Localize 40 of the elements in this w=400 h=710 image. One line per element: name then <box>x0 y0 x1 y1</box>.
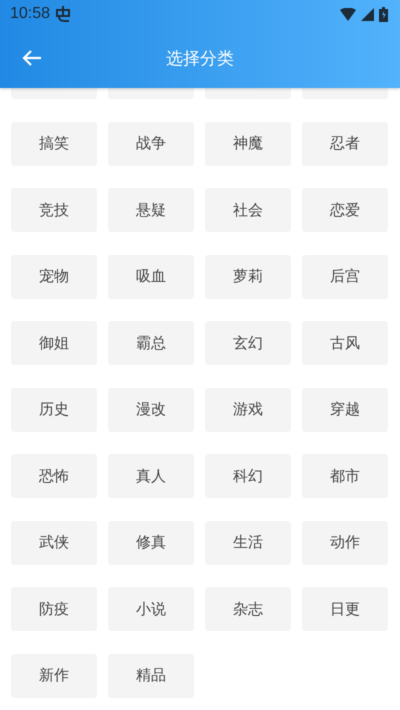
category-button[interactable]: 古风 <box>302 321 388 365</box>
status-time: 10:58 <box>10 5 50 23</box>
category-button[interactable]: 战争 <box>108 122 194 166</box>
category-button[interactable]: 日更 <box>302 587 388 631</box>
category-button[interactable]: 恋爱 <box>302 188 388 232</box>
category-button[interactable]: 竞技 <box>11 188 97 232</box>
category-button[interactable]: 新作 <box>11 654 97 698</box>
wifi-icon <box>340 8 356 20</box>
category-button[interactable]: 杂志 <box>205 587 291 631</box>
category-button[interactable]: 吸血 <box>108 254 194 298</box>
category-button[interactable]: 都市 <box>302 454 388 498</box>
category-button[interactable]: 历史 <box>11 388 97 432</box>
category-button[interactable]: 悬疑 <box>108 188 194 232</box>
category-button[interactable]: 小说 <box>108 587 194 631</box>
category-button[interactable]: 恐怖 <box>11 454 97 498</box>
category-button[interactable]: 科幻 <box>205 454 291 498</box>
category-button[interactable]: 武侠 <box>11 520 97 564</box>
category-button[interactable]: 精品 <box>108 654 194 698</box>
category-button[interactable]: 动作 <box>302 520 388 564</box>
category-button[interactable]: 霸总 <box>108 321 194 365</box>
battery-icon <box>379 6 388 22</box>
category-button[interactable]: 忍者 <box>302 122 388 166</box>
signal-icon <box>361 8 374 20</box>
category-button[interactable]: 漫改 <box>108 388 194 432</box>
category-button[interactable]: 后宫 <box>302 254 388 298</box>
category-button[interactable]: 宠物 <box>11 254 97 298</box>
category-button[interactable]: 游戏 <box>205 388 291 432</box>
category-button[interactable]: 防疫 <box>11 587 97 631</box>
category-button[interactable]: 玄幻 <box>205 321 291 365</box>
category-button[interactable]: 御姐 <box>11 321 97 365</box>
category-button[interactable]: 穿越 <box>302 388 388 432</box>
category-button[interactable]: 真人 <box>108 454 194 498</box>
category-button[interactable]: 修真 <box>108 520 194 564</box>
bug-icon <box>55 5 72 23</box>
category-button[interactable]: 神魔 <box>205 122 291 166</box>
page-title: 选择分类 <box>166 48 234 70</box>
category-button[interactable]: 社会 <box>205 188 291 232</box>
category-button[interactable]: 搞笑 <box>11 122 97 166</box>
category-button[interactable]: 生活 <box>205 520 291 564</box>
category-button[interactable]: 萝莉 <box>205 254 291 298</box>
